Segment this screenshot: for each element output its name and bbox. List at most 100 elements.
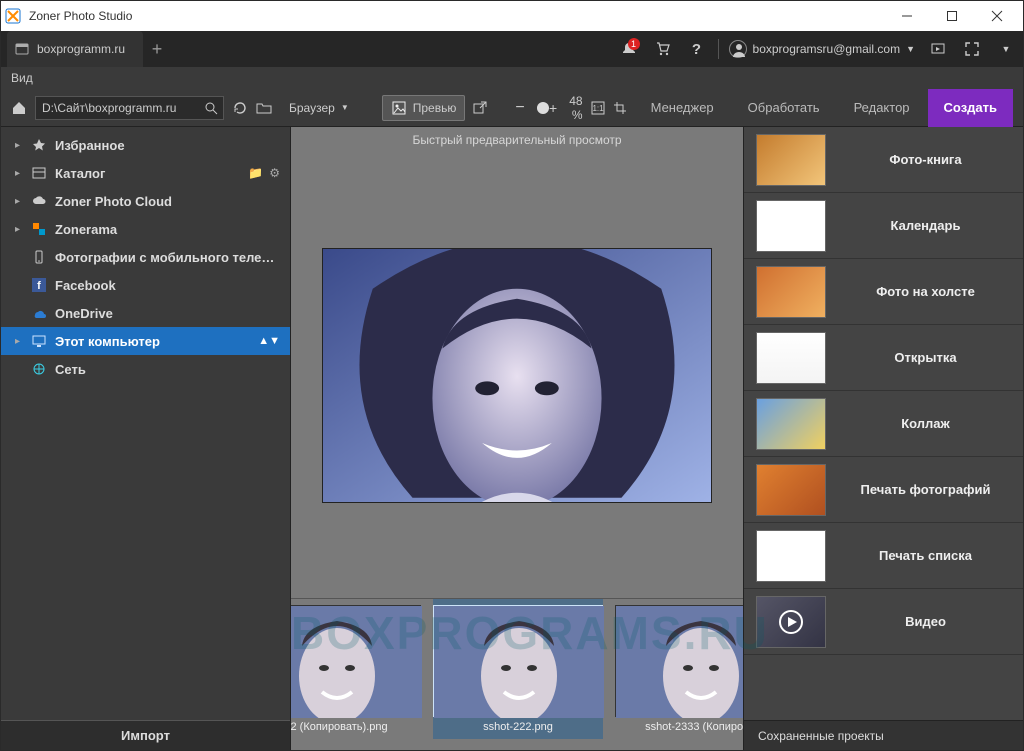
workspace-tab[interactable]: boxprogramm.ru [7,31,143,67]
sidebar-item-label: Этот компьютер [55,334,160,349]
refresh-icon[interactable] [232,100,248,116]
sidebar-item-label: Facebook [55,278,116,293]
sidebar-item-computer[interactable]: ▸Этот компьютер▲▼ [1,327,290,355]
app-header: boxprogramm.ru + 1 ? boxprogramsru@gmail… [1,31,1023,67]
sidebar-item-star[interactable]: ▸ Избранное [1,131,290,159]
window-minimize-button[interactable] [884,1,929,31]
avatar-icon [729,40,747,58]
notification-badge: 1 [628,38,640,50]
sidebar-item-cloud[interactable]: ▸ Zoner Photo Cloud [1,187,290,215]
import-button[interactable]: Импорт [1,720,290,750]
windows-titlebar: Zoner Photo Studio [1,1,1023,31]
fit-icon[interactable]: 1:1 [591,100,605,116]
filmstrip-thumb[interactable]: 22 (Копировать).png [291,605,421,733]
thumb-image [615,605,743,717]
window-close-button[interactable] [974,1,1019,31]
sort-icon[interactable]: ▲▼ [258,335,280,347]
popout-icon[interactable] [473,100,487,116]
gear-icon[interactable]: ⚙ [269,166,280,180]
network-icon [31,361,47,377]
create-tile[interactable]: Фото на холсте [744,259,1023,325]
mode-editor[interactable]: Редактор [838,89,926,127]
expand-arrow-icon: ▸ [15,196,23,207]
view-row: Вид [1,67,1023,89]
path-input[interactable] [36,101,203,115]
tile-label: Фото-книга [840,152,1011,167]
fullscreen-button[interactable] [959,36,985,62]
create-tile[interactable]: Видео [744,589,1023,655]
svg-text:f: f [37,280,41,292]
tile-label: Коллаж [840,416,1011,431]
create-panel: Фото-книга Календарь Фото на холсте Открытк… [743,127,1023,750]
create-tile[interactable]: Коллаж [744,391,1023,457]
expand-arrow-icon: ▸ [15,168,23,179]
create-tile[interactable]: Фото-книга [744,127,1023,193]
preview-image [322,248,712,503]
sidebar-item-onedrive[interactable]: OneDrive [1,299,290,327]
tile-label: Календарь [840,218,1011,233]
zoom-slider-thumb[interactable] [537,102,549,114]
sidebar-item-facebook[interactable]: f Facebook [1,271,290,299]
filmstrip[interactable]: 22 (Копировать).png sshot-222.png sshot-23… [291,598,743,750]
cart-button[interactable] [650,36,676,62]
saved-projects-button[interactable]: Сохраненные проекты [744,720,1023,750]
filmstrip-thumb[interactable]: sshot-222.png [433,599,603,739]
help-button[interactable]: ? [684,36,710,62]
search-icon[interactable] [203,100,219,116]
filmstrip-thumb[interactable]: sshot-2333 (Копирова [615,605,743,733]
facebook-icon: f [31,277,47,293]
address-bar[interactable] [35,96,224,120]
preview-label: Превью [413,101,457,115]
window-maximize-button[interactable] [929,1,974,31]
account-menu[interactable]: boxprogramsru@gmail.com ▼ [723,40,921,58]
sidebar-item-mobile[interactable]: Фотографии с мобильного теле… [1,243,290,271]
folder-open-icon[interactable] [256,100,272,116]
chevron-down-icon[interactable]: ▼ [993,36,1019,62]
sidebar-item-label: Избранное [55,138,125,153]
browser-label: Браузер [289,101,335,115]
presentation-button[interactable] [925,36,951,62]
thumb-caption: sshot-222.png [483,721,553,733]
sidebar-item-label: Каталог [55,166,105,181]
home-icon[interactable] [11,100,27,116]
browser-mode-button[interactable]: Браузер ▼ [280,95,358,121]
new-tab-button[interactable]: + [143,39,171,60]
create-tile[interactable]: Календарь [744,193,1023,259]
computer-icon [31,333,47,349]
create-tiles: Фото-книга Календарь Фото на холсте Открытк… [744,127,1023,720]
mode-manager[interactable]: Менеджер [635,89,730,127]
sidebar-item-network[interactable]: Сеть [1,355,290,383]
thumb-image [433,605,603,717]
preview-pane: Быстрый предварительный просмотр [291,127,743,750]
app-title: Zoner Photo Studio [29,9,132,23]
create-tile[interactable]: Печать фотографий [744,457,1023,523]
zoom-out-button[interactable]: − [511,99,528,117]
create-tile[interactable]: Открытка [744,325,1023,391]
notifications-button[interactable]: 1 [616,36,642,62]
crop-icon[interactable] [613,100,627,116]
tile-thumb [756,398,826,450]
sidebar-item-label: Zoner Photo Cloud [55,194,172,209]
thumb-image [291,605,421,717]
star-icon [31,137,47,153]
sidebar-item-catalog[interactable]: ▸ Каталог 📁 ⚙ [1,159,290,187]
onedrive-icon [31,305,47,321]
create-tile[interactable]: Печать списка [744,523,1023,589]
preview-caption: Быстрый предварительный просмотр [291,127,743,153]
catalog-icon [31,165,47,181]
thumb-caption: sshot-2333 (Копирова [645,721,743,733]
sidebar-item-zonerama[interactable]: ▸Zonerama [1,215,290,243]
folder-add-icon[interactable]: 📁 [248,166,263,180]
tile-thumb [756,332,826,384]
thumb-caption: 22 (Копировать).png [291,721,388,733]
mode-tabs: Менеджер Обработать Редактор Создать [635,89,1013,127]
expand-arrow-icon: ▸ [15,140,23,151]
tile-label: Печать списка [840,548,1011,563]
tile-label: Фото на холсте [840,284,1011,299]
mode-process[interactable]: Обработать [732,89,836,127]
preview-mode-button[interactable]: Превью [382,95,466,121]
mode-create[interactable]: Создать [928,89,1013,127]
sidebar: ▸ Избранное ▸ Каталог 📁 ⚙ ▸ Zoner Photo Cloud ▸Z… [1,127,291,750]
preview-area[interactable] [291,153,743,598]
sidebar-item-label: Сеть [55,362,86,377]
